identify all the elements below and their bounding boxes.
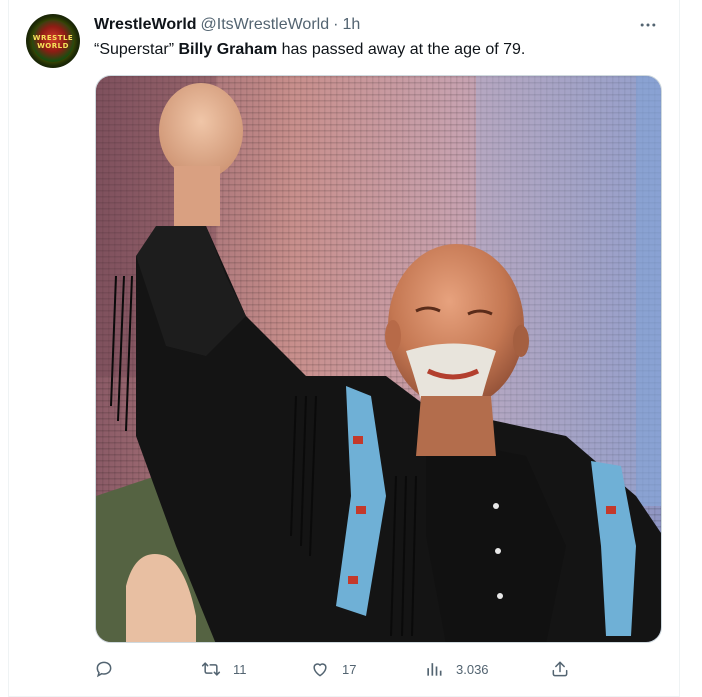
avatar-logo-text: WRESTLE WORLD (32, 34, 74, 50)
heart-icon (313, 663, 327, 677)
views-count: 3.036 (456, 661, 489, 677)
tweet-photo[interactable] (95, 75, 662, 643)
views-button[interactable]: 3.036 (424, 652, 489, 686)
avatar[interactable]: WRESTLE WORLD (26, 14, 80, 68)
tweet-card[interactable]: WRESTLE WORLD WrestleWorld @ItsWrestleWor… (8, 0, 680, 697)
separator-dot: · (333, 16, 339, 33)
tweet-text: “Superstar” Billy Graham has passed away… (94, 39, 525, 61)
retweet-count: 11 (233, 661, 247, 677)
share-icon (552, 661, 568, 677)
timestamp[interactable]: 1h (342, 13, 360, 37)
views-icon (427, 663, 442, 676)
tweet-text-part1: “Superstar” (94, 41, 179, 58)
like-button[interactable]: 17 (310, 652, 356, 686)
tweet-text-part2: has passed away at the age of 79. (277, 41, 526, 58)
reply-button[interactable] (94, 652, 114, 686)
share-button[interactable] (550, 652, 570, 686)
like-count: 17 (342, 661, 357, 677)
user-handle[interactable]: @ItsWrestleWorld (201, 13, 330, 37)
tweet-text-bold: Billy Graham (178, 41, 278, 58)
more-options-button[interactable] (635, 12, 661, 38)
more-horizontal-icon (640, 23, 656, 27)
retweet-button[interactable]: 11 (201, 652, 247, 686)
display-name[interactable]: WrestleWorld (94, 13, 197, 37)
reply-icon (96, 661, 112, 678)
retweet-icon (201, 662, 221, 676)
tweet-actions-bar: 11 17 3.036 (94, 652, 570, 686)
photo-illustration (96, 76, 661, 642)
tweet-header: WrestleWorld @ItsWrestleWorld · 1h (94, 13, 360, 37)
